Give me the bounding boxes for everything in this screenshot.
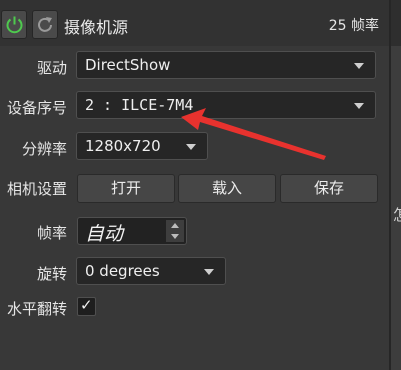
framerate-label: 帧率 bbox=[36, 224, 67, 242]
chevron-down-icon bbox=[186, 144, 196, 150]
chevron-down-icon bbox=[204, 269, 214, 275]
adjacent-panel-text: 怎 bbox=[393, 206, 401, 224]
framerate-value: 自动 bbox=[85, 223, 124, 245]
chevron-down-icon bbox=[354, 103, 364, 109]
device-select[interactable]: 2 : ILCE-7M4 bbox=[76, 91, 376, 119]
camera-source-panel: 摄像机源 25 帧率 驱动 DirectShow 设备序号 2 : ILCE-7… bbox=[0, 0, 389, 370]
power-button[interactable] bbox=[1, 10, 27, 39]
fps-readout: 25 帧率 bbox=[328, 18, 379, 34]
spinbox-buttons bbox=[166, 220, 184, 242]
rotation-value: 0 degrees bbox=[85, 262, 160, 280]
open-button[interactable]: 打开 bbox=[77, 174, 175, 203]
panel-header: 摄像机源 25 帧率 bbox=[0, 0, 389, 46]
camera-settings-label: 相机设置 bbox=[6, 180, 67, 198]
device-value: 2 : ILCE-7M4 bbox=[85, 96, 194, 114]
device-label: 设备序号 bbox=[6, 99, 67, 117]
driver-label: 驱动 bbox=[36, 59, 67, 77]
rotation-label: 旋转 bbox=[36, 265, 67, 283]
driver-value: DirectShow bbox=[85, 56, 171, 74]
save-button[interactable]: 保存 bbox=[280, 174, 378, 203]
adjacent-panel-header bbox=[391, 0, 401, 46]
refresh-icon bbox=[38, 17, 52, 32]
power-icon bbox=[6, 16, 23, 34]
refresh-button[interactable] bbox=[32, 10, 58, 39]
resolution-select[interactable]: 1280x720 bbox=[76, 132, 208, 160]
check-icon: ✓ bbox=[80, 296, 93, 314]
adjacent-panel bbox=[391, 0, 401, 370]
decrement-button[interactable] bbox=[166, 231, 184, 242]
rotation-select[interactable]: 0 degrees bbox=[76, 257, 226, 285]
load-button[interactable]: 载入 bbox=[178, 174, 276, 203]
increment-button[interactable] bbox=[166, 220, 184, 231]
driver-select[interactable]: DirectShow bbox=[76, 51, 376, 79]
chevron-down-icon bbox=[354, 63, 364, 69]
resolution-label: 分辨率 bbox=[21, 140, 67, 158]
flip-label: 水平翻转 bbox=[6, 300, 67, 318]
framerate-spinbox[interactable]: 自动 bbox=[77, 217, 187, 245]
resolution-value: 1280x720 bbox=[85, 137, 161, 155]
horizontal-flip-checkbox[interactable]: ✓ bbox=[77, 296, 96, 316]
panel-title: 摄像机源 bbox=[64, 18, 129, 37]
